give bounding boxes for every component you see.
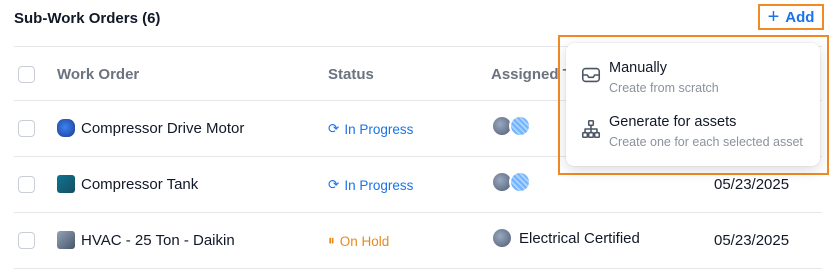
status-badge: ⟳ In Progress xyxy=(328,121,413,137)
due-date: 05/23/2025 xyxy=(714,232,790,249)
asset-thumbnail-icon xyxy=(57,175,75,193)
work-order-name: Compressor Drive Motor xyxy=(81,119,245,137)
add-dropdown-menu: Manually Create from scratch Generate fo… xyxy=(566,43,820,166)
refresh-icon: ⟳ xyxy=(328,121,340,136)
assignee-team: Electrical Certified xyxy=(519,229,640,247)
menu-item-title: Generate for assets xyxy=(609,114,737,130)
work-order-name: HVAC - 25 Ton - Daikin xyxy=(81,231,235,249)
work-order-cell[interactable]: Compressor Drive Motor xyxy=(57,119,244,137)
status-badge: ⟳ In Progress xyxy=(328,177,413,193)
status-label: On Hold xyxy=(339,233,390,249)
menu-item-generate-for-assets[interactable]: Generate for assets Create one for each … xyxy=(566,102,820,158)
plus-icon: + xyxy=(767,6,780,28)
menu-item-manually[interactable]: Manually Create from scratch xyxy=(566,48,820,104)
inbox-icon xyxy=(581,67,601,83)
pause-circle-icon: ⏸ xyxy=(328,233,335,248)
status-badge: ⏸ On Hold xyxy=(328,233,389,249)
row-checkbox[interactable] xyxy=(18,232,35,249)
status-label: In Progress xyxy=(344,177,414,193)
assignees[interactable] xyxy=(491,171,531,193)
row-checkbox[interactable] xyxy=(18,120,35,137)
avatar xyxy=(491,227,513,249)
table-row[interactable]: HVAC - 25 Ton - Daikin ⏸ On Hold Electri… xyxy=(14,213,822,269)
assignees[interactable] xyxy=(491,115,531,137)
menu-item-subtitle: Create from scratch xyxy=(609,81,719,95)
menu-item-title: Manually xyxy=(609,60,668,76)
row-checkbox[interactable] xyxy=(18,176,35,193)
section-title: Sub-Work Orders (6) xyxy=(14,10,161,27)
add-button[interactable]: + Add xyxy=(758,4,824,30)
asset-thumbnail-icon xyxy=(57,231,75,249)
sub-work-orders-header: Sub-Work Orders (6) + Add xyxy=(14,0,824,37)
hierarchy-icon xyxy=(581,119,601,139)
work-order-cell[interactable]: Compressor Tank xyxy=(57,175,198,193)
avatar xyxy=(509,115,531,137)
assignees[interactable]: Electrical Certified xyxy=(491,227,640,249)
work-order-cell[interactable]: HVAC - 25 Ton - Daikin xyxy=(57,231,235,249)
due-date: 05/23/2025 xyxy=(714,176,790,193)
add-button-label: Add xyxy=(785,8,815,26)
refresh-icon: ⟳ xyxy=(328,177,340,192)
column-header-work-order[interactable]: Work Order xyxy=(57,66,139,83)
avatar xyxy=(509,171,531,193)
status-label: In Progress xyxy=(344,121,414,137)
column-header-status[interactable]: Status xyxy=(328,66,374,83)
menu-item-subtitle: Create one for each selected asset xyxy=(609,135,803,149)
select-all-checkbox[interactable] xyxy=(18,66,35,83)
asset-thumbnail-icon xyxy=(57,119,75,137)
work-order-name: Compressor Tank xyxy=(81,175,199,193)
